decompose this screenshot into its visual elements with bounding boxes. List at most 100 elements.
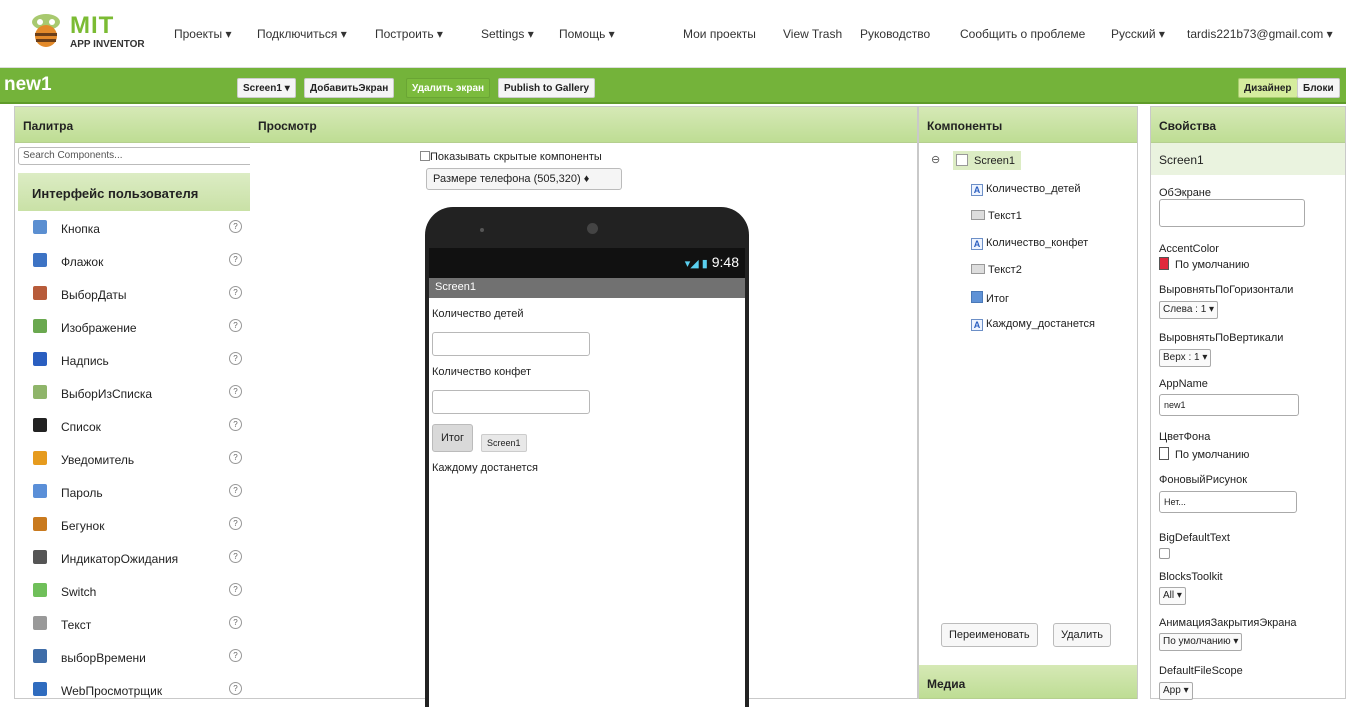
- palette-item[interactable]: Надпись?: [15, 345, 255, 375]
- help-icon[interactable]: ?: [229, 517, 242, 530]
- rename-button[interactable]: Переименовать: [941, 623, 1038, 647]
- menu-settings[interactable]: Settings ▾: [481, 27, 534, 41]
- help-icon[interactable]: ?: [229, 649, 242, 662]
- phone-size-select[interactable]: Размере телефона (505,320) ♦: [426, 168, 622, 190]
- big-default-text-checkbox[interactable]: [1159, 548, 1170, 559]
- link-guide[interactable]: Руководство: [860, 27, 930, 41]
- properties-title: Свойства: [1151, 107, 1345, 143]
- help-icon[interactable]: ?: [229, 253, 242, 266]
- tree-item[interactable]: A Каждому_достанется: [971, 318, 1095, 331]
- help-icon[interactable]: ?: [229, 286, 242, 299]
- link-view-trash[interactable]: View Trash: [783, 27, 842, 41]
- result-button[interactable]: Итог: [432, 424, 473, 452]
- palette-item-label: выборВремени: [61, 651, 146, 665]
- category-user-interface[interactable]: Интерфейс пользователя: [18, 173, 254, 211]
- app-name-input[interactable]: new1: [1159, 394, 1299, 416]
- show-hidden-checkbox[interactable]: [420, 151, 430, 161]
- publish-gallery-button[interactable]: Publish to Gallery: [498, 78, 596, 98]
- accent-color-value: По умолчанию: [1175, 259, 1250, 271]
- menu-connect[interactable]: Подключиться ▾: [257, 27, 347, 41]
- tree-item[interactable]: A Количество_детей: [971, 183, 1081, 196]
- spinner-icon: [33, 550, 47, 564]
- button-icon: [33, 220, 47, 234]
- help-icon[interactable]: ?: [229, 616, 242, 629]
- help-icon[interactable]: ?: [229, 319, 242, 332]
- palette-item[interactable]: Кнопка?: [15, 213, 255, 243]
- media-title: Медиа: [919, 665, 1137, 699]
- tree-item[interactable]: Текст1: [971, 210, 1022, 222]
- textbox-1[interactable]: [432, 332, 590, 356]
- palette-item[interactable]: Switch?: [15, 576, 255, 606]
- bg-color-picker[interactable]: По умолчанию: [1159, 447, 1249, 461]
- delete-button[interactable]: Удалить: [1053, 623, 1111, 647]
- password-icon: [33, 484, 47, 498]
- link-report-issue[interactable]: Сообщить о проблеме: [960, 27, 1085, 41]
- help-icon[interactable]: ?: [229, 385, 242, 398]
- account-menu[interactable]: tardis221b73@gmail.com ▾: [1187, 27, 1333, 41]
- blocks-button[interactable]: Блоки: [1297, 78, 1340, 98]
- menu-build[interactable]: Построить ▾: [375, 27, 443, 41]
- menu-help[interactable]: Помощь ▾: [559, 27, 615, 41]
- tree-item[interactable]: Итог: [971, 291, 1009, 305]
- palette-item[interactable]: ВыборИзСписка?: [15, 378, 255, 408]
- about-screen-textarea[interactable]: [1159, 199, 1305, 227]
- help-icon[interactable]: ?: [229, 484, 242, 497]
- help-icon[interactable]: ?: [229, 352, 242, 365]
- bg-image-picker[interactable]: Нет...: [1159, 491, 1297, 513]
- palette-panel: Палитра Search Components... Интерфейс п…: [14, 106, 258, 699]
- label-candy-count[interactable]: Количество конфет: [432, 366, 531, 378]
- tree-item[interactable]: A Количество_конфет: [971, 237, 1088, 250]
- link-my-projects[interactable]: Мои проекты: [683, 27, 756, 41]
- palette-item[interactable]: WebПросмотрщик?: [15, 675, 255, 705]
- help-icon[interactable]: ?: [229, 550, 242, 563]
- textbox-2[interactable]: [432, 390, 590, 414]
- blocks-toolkit-dropdown[interactable]: All ▾: [1159, 587, 1186, 605]
- designer-button[interactable]: Дизайнер: [1238, 78, 1298, 98]
- search-components-input[interactable]: Search Components...: [18, 147, 254, 165]
- help-icon[interactable]: ?: [229, 682, 242, 695]
- palette-item-label: Флажок: [61, 255, 104, 269]
- palette-item[interactable]: Пароль?: [15, 477, 255, 507]
- screen-select[interactable]: Screen1 ▾: [237, 78, 296, 98]
- language-selector[interactable]: Русский ▾: [1111, 27, 1165, 41]
- help-icon[interactable]: ?: [229, 583, 242, 596]
- palette-item[interactable]: Бегунок?: [15, 510, 255, 540]
- help-icon[interactable]: ?: [229, 220, 242, 233]
- palette-item[interactable]: Текст?: [15, 609, 255, 639]
- webviewer-icon: [33, 682, 47, 696]
- palette-item[interactable]: Изображение?: [15, 312, 255, 342]
- label-each-gets[interactable]: Каждому достанется: [432, 462, 538, 474]
- tree-root-screen1[interactable]: Screen1: [953, 151, 1021, 170]
- palette-item[interactable]: Флажок?: [15, 246, 255, 276]
- label-children-count[interactable]: Количество детей: [432, 308, 523, 320]
- show-hidden-toggle[interactable]: Показывать скрытые компоненты: [420, 151, 602, 163]
- checkbox-icon: [33, 253, 47, 267]
- help-icon[interactable]: ?: [229, 451, 242, 464]
- tree-item[interactable]: Текст2: [971, 264, 1022, 276]
- palette-item-label: Текст: [61, 618, 92, 632]
- file-scope-dropdown[interactable]: App ▾: [1159, 682, 1193, 700]
- text-component-icon: [971, 264, 985, 274]
- tree-root-label: Screen1: [974, 155, 1015, 167]
- properties-panel: Свойства Screen1 ОбЭкране AccentColor По…: [1150, 106, 1346, 700]
- listpicker-icon: [33, 385, 47, 399]
- tree-item-label: Текст1: [988, 210, 1022, 222]
- prop-bg-image: ФоновыйРисунок: [1159, 474, 1248, 486]
- vertical-align-dropdown[interactable]: Верх : 1 ▾: [1159, 349, 1212, 367]
- screen-titlebar: Screen1: [429, 278, 745, 298]
- accent-color-picker[interactable]: По умолчанию: [1159, 257, 1249, 271]
- collapse-icon[interactable]: ⊖: [931, 153, 940, 166]
- palette-item[interactable]: ВыборДаты?: [15, 279, 255, 309]
- horizontal-align-dropdown[interactable]: Слева : 1 ▾: [1159, 301, 1219, 319]
- close-animation-dropdown[interactable]: По умолчанию ▾: [1159, 633, 1243, 651]
- palette-item[interactable]: Список?: [15, 411, 255, 441]
- menu-projects[interactable]: Проекты ▾: [174, 27, 232, 41]
- add-screen-button[interactable]: ДобавитьЭкран: [304, 78, 395, 98]
- app-inventor-logo[interactable]: MIT APP INVENTOR: [26, 10, 156, 56]
- palette-item[interactable]: Уведомитель?: [15, 444, 255, 474]
- palette-item[interactable]: ИндикаторОжидания?: [15, 543, 255, 573]
- help-icon[interactable]: ?: [229, 418, 242, 431]
- remove-screen-button[interactable]: Удалить экран: [406, 78, 491, 98]
- palette-item[interactable]: выборВремени?: [15, 642, 255, 672]
- logo-subtitle: APP INVENTOR: [70, 39, 145, 50]
